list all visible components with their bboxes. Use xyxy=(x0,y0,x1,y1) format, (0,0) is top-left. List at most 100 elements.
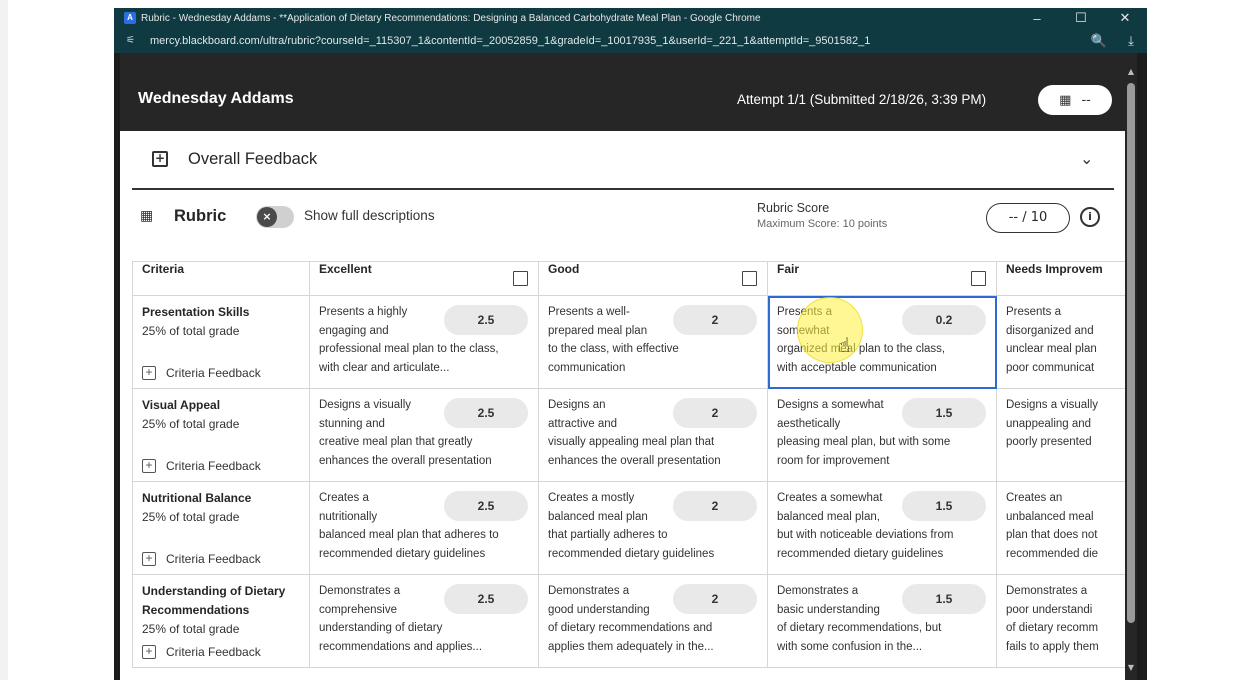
select-column-checkbox[interactable] xyxy=(513,271,528,286)
rubric-level-cell[interactable]: Demonstrates a comprehensive understanding… xyxy=(309,574,539,668)
page-header: Wednesday Addams Attempt 1/1 (Submitted … xyxy=(120,53,1130,131)
rubric-toolbar: ▦ Rubric × Show full descriptions Rubric… xyxy=(120,190,1125,234)
rubric-level-cell[interactable]: Designs a somewhat aesthetically pleasing … xyxy=(767,388,997,482)
criteria-feedback-button[interactable]: + Criteria Feedback xyxy=(142,366,261,380)
select-column-checkbox[interactable] xyxy=(971,271,986,286)
rubric-table: Criteria Excellent Good Fair Needs Impro… xyxy=(132,261,1125,668)
rubric-level-cell[interactable]: Demonstrates a poor understandi of dietary… xyxy=(996,574,1125,668)
rubric-level-cell[interactable]: Demonstrates a good understanding of dieta… xyxy=(538,574,768,668)
background-page-edge xyxy=(0,0,8,680)
add-feedback-icon: + xyxy=(142,459,156,473)
rubric-level-cell[interactable]: Designs a visually unappealing and poorly … xyxy=(996,388,1125,482)
grade-value: -- xyxy=(1081,92,1091,108)
criteria-weight: 25% of total grade xyxy=(142,622,240,636)
rubric-level-cell[interactable]: Creates a mostly balanced meal plan that p… xyxy=(538,481,768,575)
zoom-icon[interactable]: 🔍 xyxy=(1083,33,1115,49)
address-bar: ⚟ mercy.blackboard.com/ultra/rubric?cour… xyxy=(114,28,1147,53)
column-header-good: Good xyxy=(538,261,768,296)
rubric-level-cell[interactable]: Creates a somewhat balanced meal plan, but… xyxy=(767,481,997,575)
criteria-name-line-2: Recommendations xyxy=(142,603,250,617)
criteria-name-line-1: Understanding of Dietary xyxy=(142,584,286,598)
close-button[interactable]: ✕ xyxy=(1103,10,1147,26)
criteria-cell: Nutritional Balance 25% of total grade +… xyxy=(132,481,310,575)
scroll-down-arrow-icon[interactable]: ▼ xyxy=(1125,663,1137,673)
column-header-excellent: Excellent xyxy=(309,261,539,296)
minimize-button[interactable]: – xyxy=(1015,11,1059,26)
toggle-off-icon: × xyxy=(257,207,277,227)
points-input[interactable]: 2 xyxy=(673,398,757,428)
criteria-feedback-button[interactable]: + Criteria Feedback xyxy=(142,645,261,659)
points-input[interactable]: 0.2 xyxy=(902,305,986,335)
points-input[interactable]: 2.5 xyxy=(444,305,528,335)
criteria-feedback-button[interactable]: + Criteria Feedback xyxy=(142,552,261,566)
chrome-popup-window: A Rubric - Wednesday Addams - **Applicat… xyxy=(114,8,1147,680)
cursor-highlight xyxy=(797,297,863,363)
add-feedback-icon: + xyxy=(152,151,168,167)
criteria-weight: 25% of total grade xyxy=(142,510,240,524)
criteria-weight: 25% of total grade xyxy=(142,417,240,431)
rubric-level-cell[interactable]: Presents a highly engaging and professiona… xyxy=(309,295,539,389)
rubric-level-cell[interactable]: Demonstrates a basic understanding of diet… xyxy=(767,574,997,668)
rubric-title: Rubric xyxy=(174,207,227,225)
rubric-level-cell[interactable]: Designs an attractive and visually appeali… xyxy=(538,388,768,482)
rubric-grid-icon: ▦ xyxy=(140,208,154,224)
full-descriptions-toggle[interactable]: × xyxy=(256,206,294,228)
rubric-score-label: Rubric Score xyxy=(757,201,830,215)
points-input[interactable]: 2.5 xyxy=(444,491,528,521)
criteria-cell: Visual Appeal 25% of total grade + Criter… xyxy=(132,388,310,482)
criteria-weight: 25% of total grade xyxy=(142,324,240,338)
rubric-panel: + Overall Feedback ⌄ ▦ Rubric × Show ful… xyxy=(120,131,1125,680)
hand-cursor-icon: ☝ xyxy=(838,333,851,357)
scrollbar[interactable]: ▲ ▼ xyxy=(1125,53,1137,680)
window-titlebar: A Rubric - Wednesday Addams - **Applicat… xyxy=(114,8,1147,28)
rubric-level-cell[interactable]: Presents a well-prepared meal plan to the… xyxy=(538,295,768,389)
chevron-down-icon[interactable]: ⌄ xyxy=(1080,149,1093,168)
column-header-fair: Fair xyxy=(767,261,997,296)
column-header-needs-improvement: Needs Improvem xyxy=(996,261,1125,296)
criteria-name: Nutritional Balance xyxy=(142,491,252,505)
url-text[interactable]: mercy.blackboard.com/ultra/rubric?course… xyxy=(150,35,1083,47)
select-column-checkbox[interactable] xyxy=(742,271,757,286)
overall-feedback-section[interactable]: + Overall Feedback ⌄ xyxy=(132,131,1114,190)
rubric-level-cell[interactable]: Creates a nutritionally balanced meal plan… xyxy=(309,481,539,575)
info-icon[interactable]: i xyxy=(1080,207,1100,227)
criteria-name: Presentation Skills xyxy=(142,305,250,319)
points-input[interactable]: 1.5 xyxy=(902,491,986,521)
scroll-up-arrow-icon[interactable]: ▲ xyxy=(1125,67,1137,77)
rubric-score-input[interactable]: -- / 10 xyxy=(986,203,1070,233)
criteria-cell: Understanding of Dietary Recommendations… xyxy=(132,574,310,668)
maximize-button[interactable]: ☐ xyxy=(1059,10,1103,26)
points-input[interactable]: 2 xyxy=(673,584,757,614)
rubric-level-cell[interactable]: Presents a disorganized and unclear meal p… xyxy=(996,295,1125,389)
background-page-edge-right xyxy=(1147,0,1249,680)
download-icon[interactable]: ⤓ xyxy=(1115,33,1147,49)
points-input[interactable]: 1.5 xyxy=(902,584,986,614)
rubric-grid-icon: ▦ xyxy=(1059,92,1072,108)
rubric-header-row: Criteria Excellent Good Fair Needs Impro… xyxy=(132,261,1125,296)
attempt-info: Attempt 1/1 (Submitted 2/18/26, 3:39 PM) xyxy=(737,92,987,107)
rubric-level-cell[interactable]: Designs a visually stunning and creative m… xyxy=(309,388,539,482)
points-input[interactable]: 2.5 xyxy=(444,584,528,614)
points-input[interactable]: 1.5 xyxy=(902,398,986,428)
blackboard-app-icon: A xyxy=(124,12,136,24)
site-info-icon[interactable]: ⚟ xyxy=(126,35,142,47)
table-row: Presentation Skills 25% of total grade +… xyxy=(132,295,1125,389)
criteria-feedback-button[interactable]: + Criteria Feedback xyxy=(142,459,261,473)
criteria-cell: Presentation Skills 25% of total grade +… xyxy=(132,295,310,389)
table-row: Visual Appeal 25% of total grade + Criter… xyxy=(132,388,1125,482)
overall-feedback-label: Overall Feedback xyxy=(188,150,318,168)
points-input[interactable]: 2 xyxy=(673,305,757,335)
window-title: Rubric - Wednesday Addams - **Applicatio… xyxy=(141,12,761,24)
points-input[interactable]: 2.5 xyxy=(444,398,528,428)
scroll-thumb[interactable] xyxy=(1127,83,1135,623)
grade-pill-button[interactable]: ▦ -- xyxy=(1038,85,1112,115)
student-name: Wednesday Addams xyxy=(138,90,294,107)
column-header-criteria: Criteria xyxy=(132,261,310,296)
rubric-level-cell[interactable]: Creates an unbalanced meal plan that does … xyxy=(996,481,1125,575)
table-row: Understanding of Dietary Recommendations… xyxy=(132,574,1125,668)
add-feedback-icon: + xyxy=(142,552,156,566)
add-feedback-icon: + xyxy=(142,366,156,380)
max-score-label: Maximum Score: 10 points xyxy=(757,218,888,230)
toggle-label: Show full descriptions xyxy=(304,208,435,223)
points-input[interactable]: 2 xyxy=(673,491,757,521)
